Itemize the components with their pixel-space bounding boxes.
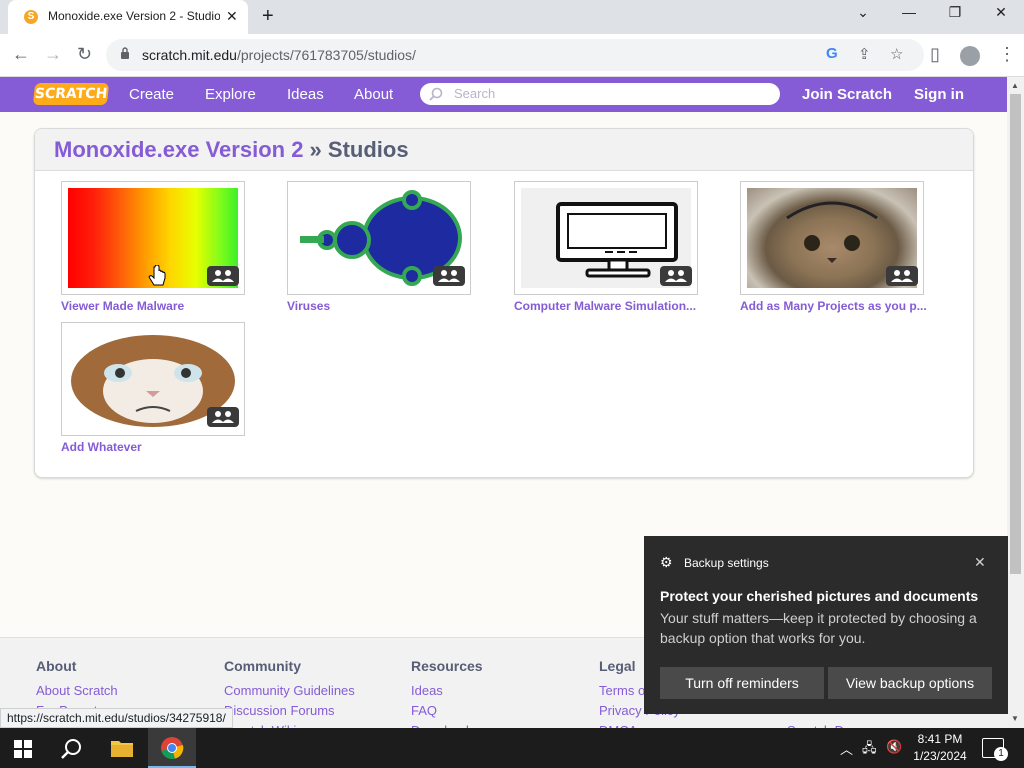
tab-close-icon[interactable]: ✕: [226, 8, 238, 25]
turn-off-reminders-button[interactable]: Turn off reminders: [660, 667, 824, 699]
scroll-up-icon[interactable]: ▲: [1011, 81, 1019, 90]
studio-title[interactable]: Viewer Made Malware: [61, 299, 281, 313]
clock-date: 1/23/2024: [913, 749, 967, 763]
reload-icon[interactable]: ↻: [77, 44, 92, 65]
search-input[interactable]: Search: [420, 83, 780, 105]
studio-title[interactable]: Add Whatever: [61, 440, 281, 454]
browser-tab[interactable]: S Monoxide.exe Version 2 - Studios ✕: [8, 0, 248, 34]
studio-badge: [886, 266, 918, 286]
hand-cursor-icon: [148, 265, 166, 286]
notification-count-badge: 1: [994, 747, 1008, 761]
tab-title: Monoxide.exe Version 2 - Studios: [48, 9, 220, 23]
close-window-button[interactable]: ✕: [978, 4, 1024, 21]
profile-avatar[interactable]: [960, 46, 980, 66]
studios-panel: Monoxide.exe Version 2 » Studios Viewer …: [34, 128, 974, 478]
scrollbar-thumb[interactable]: [1010, 94, 1021, 574]
footer-heading-community: Community: [224, 658, 301, 674]
address-bar[interactable]: scratch.mit.edu/projects/761783705/studi…: [106, 39, 924, 71]
bookmark-star-icon[interactable]: ☆: [890, 45, 903, 63]
browser-toolbar: ← → ↻ scratch.mit.edu/projects/761783705…: [0, 34, 1024, 77]
page-scrollbar[interactable]: ▲ ▼: [1007, 77, 1024, 728]
footer-link[interactable]: Ideas: [411, 683, 443, 698]
menu-icon[interactable]: ⋮: [998, 44, 1016, 65]
back-icon[interactable]: ←: [12, 44, 30, 65]
toast-app-name: Backup settings: [684, 556, 769, 570]
toast-body: Your stuff matters—keep it protected by …: [660, 610, 977, 646]
studio-title[interactable]: Computer Malware Simulation...: [514, 299, 734, 313]
studio-thumbnail[interactable]: [740, 181, 924, 295]
file-explorer-icon[interactable]: [110, 738, 134, 758]
volume-muted-icon[interactable]: 🔇: [886, 739, 902, 755]
restore-button[interactable]: ❐: [932, 4, 978, 21]
minimize-button[interactable]: —: [886, 4, 932, 20]
nav-create[interactable]: Create: [129, 86, 174, 103]
sign-in-link[interactable]: Sign in: [914, 86, 964, 103]
url-host: scratch.mit.edu: [142, 47, 237, 63]
tab-search-icon[interactable]: ⌄: [840, 4, 886, 21]
title-separator: »: [303, 137, 328, 162]
nav-about[interactable]: About: [354, 86, 393, 103]
browser-tabstrip: S Monoxide.exe Version 2 - Studios ✕ + ⌄…: [0, 0, 1024, 34]
chrome-icon: [161, 737, 184, 759]
view-backup-options-button[interactable]: View backup options: [828, 667, 992, 699]
share-icon[interactable]: ⇪: [858, 45, 871, 63]
clock-time: 8:41 PM: [917, 732, 963, 746]
scratch-favicon-icon: S: [24, 10, 38, 24]
windows-taskbar: ︿ 🖧 🔇 8:41 PM 1/23/2024 1: [0, 728, 1024, 768]
chrome-taskbar-button[interactable]: [148, 728, 196, 768]
footer-link[interactable]: About Scratch: [36, 683, 118, 698]
page-title: Monoxide.exe Version 2 » Studios: [54, 137, 409, 163]
studio-badge: [660, 266, 692, 286]
footer-link[interactable]: Community Guidelines: [224, 683, 355, 698]
toast-title: Protect your cherished pictures and docu…: [660, 588, 979, 604]
tray-chevron-icon[interactable]: ︿: [840, 739, 853, 758]
footer-heading-about: About: [36, 658, 77, 674]
studio-thumbnail[interactable]: [514, 181, 698, 295]
url-path: /projects/761783705/studios/: [236, 47, 416, 63]
studio-thumbnail[interactable]: [287, 181, 471, 295]
studio-title[interactable]: Viruses: [287, 299, 507, 313]
footer-link[interactable]: Discussion Forums: [224, 703, 335, 718]
windows-start-icon[interactable]: [14, 740, 32, 758]
taskbar-clock[interactable]: 8:41 PM 1/23/2024: [910, 731, 970, 765]
google-lens-icon[interactable]: G: [826, 45, 838, 62]
search-icon: [429, 87, 443, 101]
gear-icon: ⚙: [660, 554, 673, 570]
studio-badge: [207, 266, 239, 286]
studios-header: Monoxide.exe Version 2 » Studios: [35, 129, 973, 171]
group-icon: [891, 270, 913, 282]
footer-heading-resources: Resources: [411, 658, 483, 674]
scroll-down-icon[interactable]: ▼: [1011, 714, 1019, 723]
group-icon: [438, 270, 460, 282]
link-status-bubble: https://scratch.mit.edu/studios/34275918…: [0, 708, 233, 728]
lock-icon: [121, 47, 129, 59]
backup-notification: ⚙ Backup settings ✕ Protect your cherish…: [644, 536, 1008, 714]
footer-heading-legal: Legal: [599, 658, 636, 674]
studio-thumbnail[interactable]: [61, 322, 245, 436]
studio-badge: [207, 407, 239, 427]
project-link[interactable]: Monoxide.exe Version 2: [54, 137, 303, 162]
url-text: scratch.mit.edu/projects/761783705/studi…: [142, 47, 416, 63]
studio-title[interactable]: Add as Many Projects as you p...: [740, 299, 960, 313]
close-icon[interactable]: ✕: [974, 554, 986, 571]
search-icon[interactable]: [60, 737, 84, 761]
side-panel-icon[interactable]: ▯: [930, 44, 940, 65]
group-icon: [665, 270, 687, 282]
group-icon: [212, 270, 234, 282]
studio-badge: [433, 266, 465, 286]
action-center-icon[interactable]: 1: [982, 738, 1008, 761]
join-scratch-link[interactable]: Join Scratch: [802, 86, 892, 103]
forward-icon[interactable]: →: [44, 44, 62, 65]
footer-link[interactable]: FAQ: [411, 703, 437, 718]
new-tab-button[interactable]: +: [262, 5, 274, 28]
network-icon[interactable]: 🖧: [862, 739, 877, 761]
search-placeholder: Search: [454, 86, 496, 101]
nav-ideas[interactable]: Ideas: [287, 86, 324, 103]
section-title: Studios: [327, 137, 409, 162]
group-icon: [212, 411, 234, 423]
scratch-logo[interactable]: SCRATCH: [32, 83, 110, 105]
scratch-navbar: SCRATCH Create Explore Ideas About Searc…: [0, 77, 1007, 112]
nav-explore[interactable]: Explore: [205, 86, 256, 103]
